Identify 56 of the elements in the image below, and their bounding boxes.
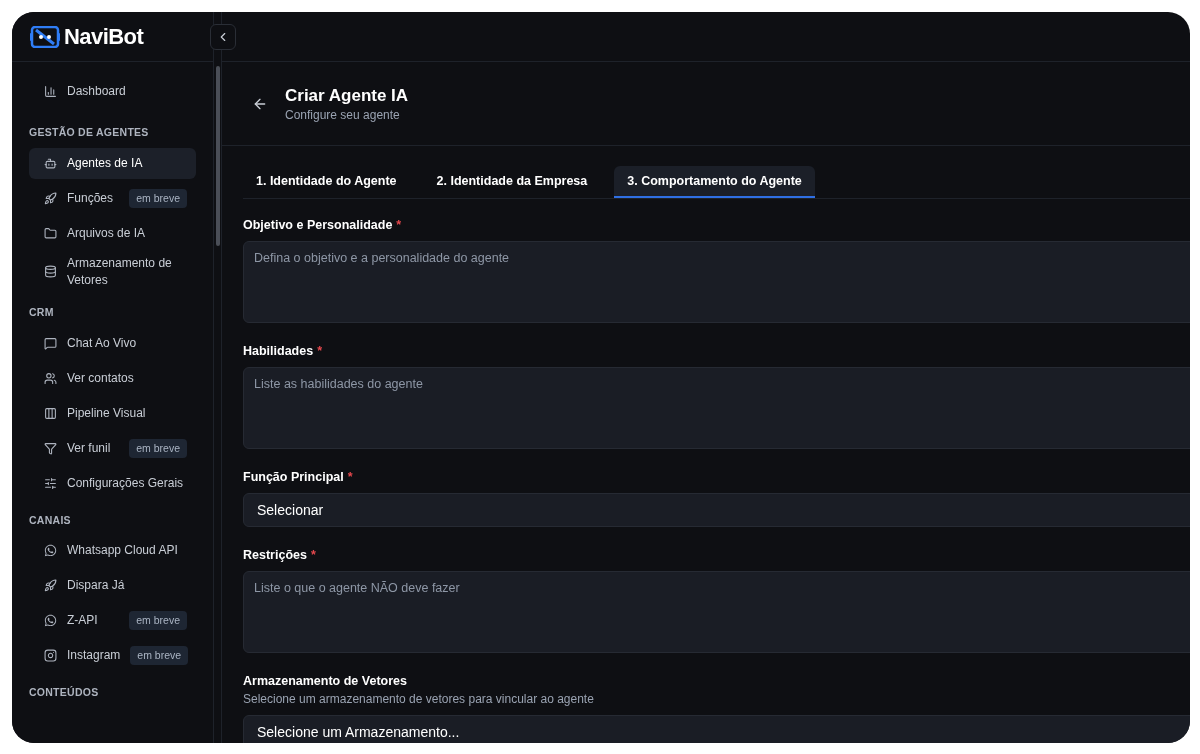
chat-bubble-icon [44, 336, 57, 350]
coming-soon-badge: em breve [129, 188, 187, 208]
robot-icon [44, 156, 57, 170]
sidebar-item[interactable]: Armazenamento de Vetores [29, 252, 196, 291]
rocket-icon [44, 191, 57, 205]
database-icon [44, 265, 57, 279]
field-label: Habilidades * [243, 343, 324, 359]
section-heading: CONTEÚDOS [29, 685, 100, 701]
field-label: Restrições * [243, 547, 317, 563]
sidebar-item[interactable]: Z-API em breve [29, 605, 196, 637]
tab[interactable]: 2. Identidade da Empresa [423, 166, 601, 198]
folder-icon [44, 226, 57, 240]
tab[interactable]: 1. Identidade do Agente [243, 166, 410, 198]
field-label: Função Principal * [243, 469, 354, 485]
sidebar-item[interactable]: Pipeline Visual [29, 397, 196, 429]
sidebar-item[interactable]: Dashboard [29, 76, 196, 107]
coming-soon-badge: em breve [129, 438, 187, 458]
section-heading: CRM [29, 304, 55, 320]
coming-soon-badge: em breve [129, 611, 187, 631]
bar-chart-icon [44, 85, 57, 98]
section-heading: CANAIS [29, 512, 72, 528]
rocket-icon [44, 579, 57, 593]
sidebar-item[interactable]: Ver contatos [29, 362, 196, 394]
sidebar-item[interactable]: Dispara Já [29, 570, 196, 602]
sidebar-item[interactable]: Chat Ao Vivo [29, 327, 196, 359]
select-field[interactable]: Selecione um Armazenamento... [243, 715, 1190, 743]
sidebar-item[interactable]: Configurações Gerais [29, 467, 196, 499]
scrollbar-thumb[interactable] [215, 66, 220, 246]
sliders-icon [44, 476, 57, 490]
text-area[interactable]: Liste o que o agente NÃO deve fazer [243, 571, 1190, 653]
page-subtitle: Configure seu agente [285, 106, 401, 123]
tab[interactable]: 3. Comportamento do Agente [614, 166, 815, 198]
sidebar-item[interactable]: Arquivos de IA [29, 217, 196, 249]
sidebar-item[interactable]: Instagram em breve [29, 640, 196, 672]
coming-soon-badge: em breve [130, 646, 189, 666]
page-title: Criar Agente IA [285, 84, 409, 107]
funnel-icon [44, 441, 57, 455]
collapse-button[interactable] [210, 24, 236, 50]
select-field[interactable]: Selecionar [243, 493, 1190, 527]
text-area[interactable]: Liste as habilidades do agente [243, 367, 1190, 449]
brand-name: NaviBot [64, 23, 144, 51]
robot-logo-icon [30, 25, 60, 48]
section-heading: GESTÃO DE AGENTES [29, 125, 150, 140]
sidebar-item[interactable]: Agentes de IA [29, 147, 196, 179]
field-description: Selecione um armazenamento de vetores para vincular ao agente [243, 691, 595, 707]
sidebar-item[interactable]: Ver funil em breve [29, 432, 196, 464]
field-label: Objetivo e Personalidade * [243, 217, 403, 233]
whatsapp-icon [44, 614, 57, 628]
text-area[interactable]: Defina o objetivo e a personalidade do agente [243, 241, 1190, 323]
whatsapp-icon [44, 544, 57, 558]
sidebar-item[interactable]: Funções em breve [29, 182, 196, 214]
users-icon [44, 371, 57, 385]
sidebar-item[interactable]: Whatsapp Cloud API [29, 535, 196, 567]
columns-icon [44, 406, 57, 420]
instagram-icon [44, 649, 57, 663]
field-label: Armazenamento de Vetores [243, 673, 408, 689]
